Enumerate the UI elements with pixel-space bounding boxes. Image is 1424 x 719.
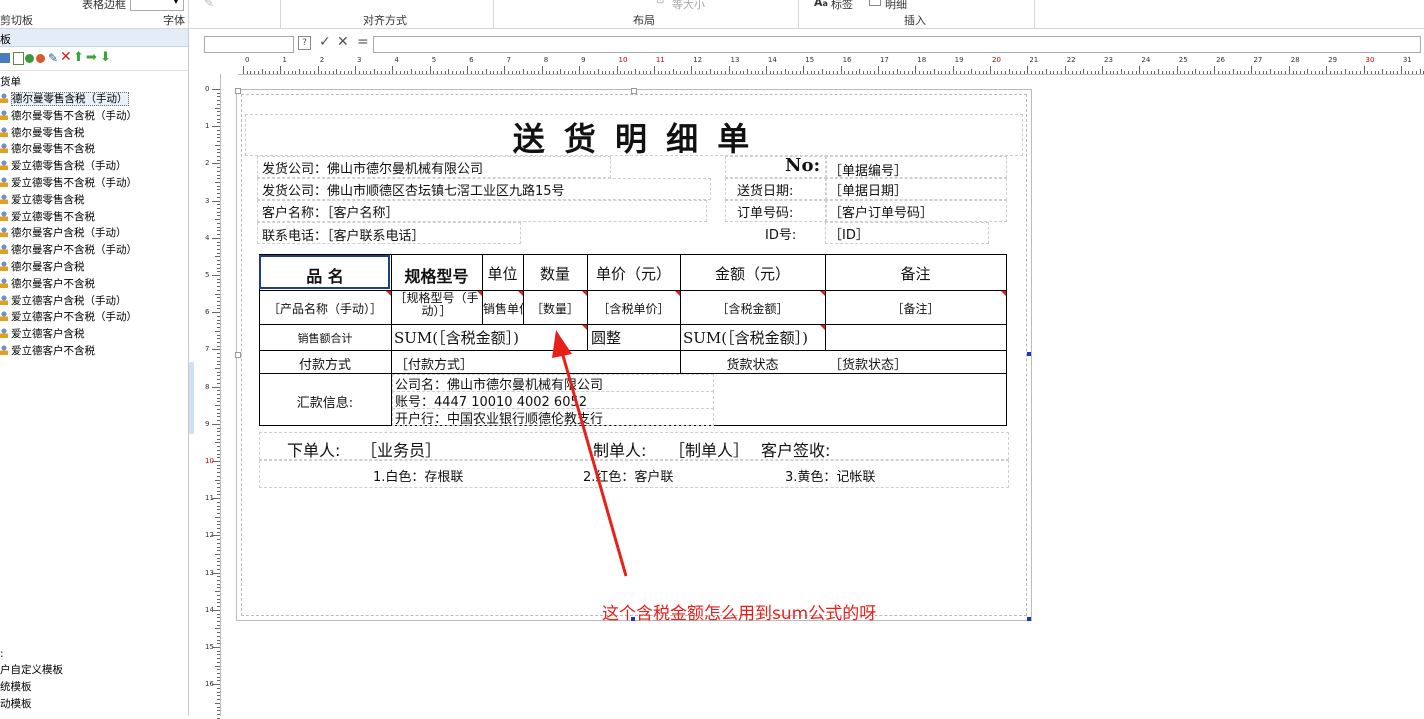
annotation-arrow-shaft	[560, 351, 628, 577]
annotation-arrow-head	[552, 330, 572, 358]
annotation-text: 这个含税金额怎么用到sum公式的呀	[602, 604, 877, 624]
